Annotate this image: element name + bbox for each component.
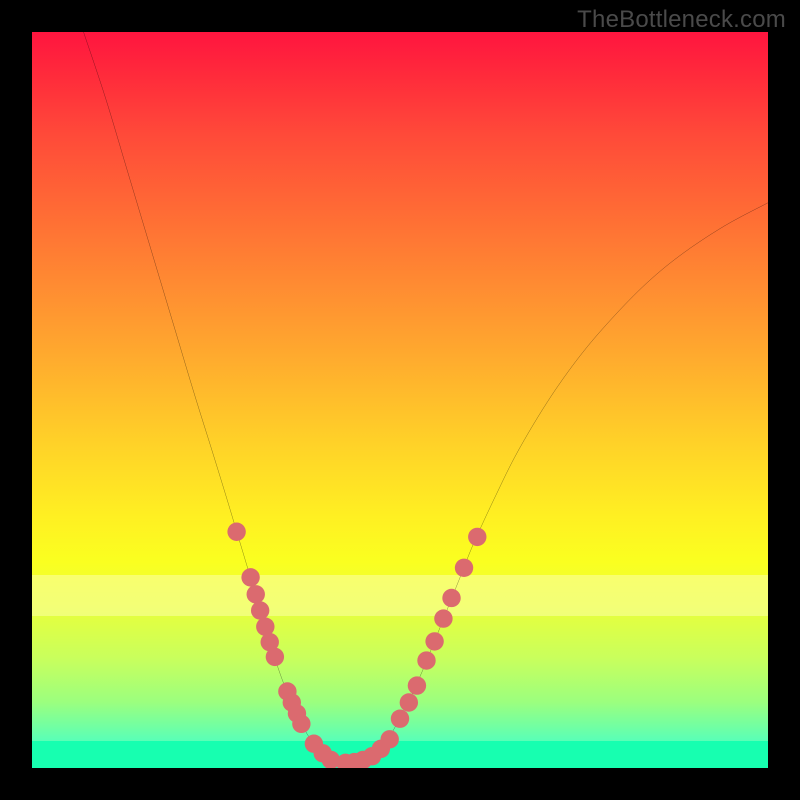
curve-svg bbox=[32, 32, 768, 768]
curve-marker bbox=[247, 585, 265, 603]
curve-marker bbox=[266, 648, 284, 666]
curve-marker bbox=[408, 676, 426, 694]
curve-marker bbox=[442, 589, 460, 607]
curve-markers bbox=[227, 523, 486, 768]
curve-marker bbox=[380, 730, 398, 748]
watermark-text: TheBottleneck.com bbox=[577, 6, 786, 34]
curve-marker bbox=[400, 693, 418, 711]
curve-marker bbox=[455, 559, 473, 577]
curve-marker bbox=[241, 568, 259, 586]
curve-marker bbox=[251, 601, 269, 619]
curve-marker bbox=[227, 523, 245, 541]
curve-marker bbox=[391, 709, 409, 727]
curve-marker bbox=[417, 651, 435, 669]
curve-marker bbox=[292, 715, 310, 733]
curve-marker bbox=[425, 632, 443, 650]
curve-marker bbox=[434, 609, 452, 627]
plot-area bbox=[32, 32, 768, 768]
curve-marker bbox=[468, 528, 486, 546]
curve-marker bbox=[256, 617, 274, 635]
chart-frame: TheBottleneck.com bbox=[0, 0, 800, 800]
